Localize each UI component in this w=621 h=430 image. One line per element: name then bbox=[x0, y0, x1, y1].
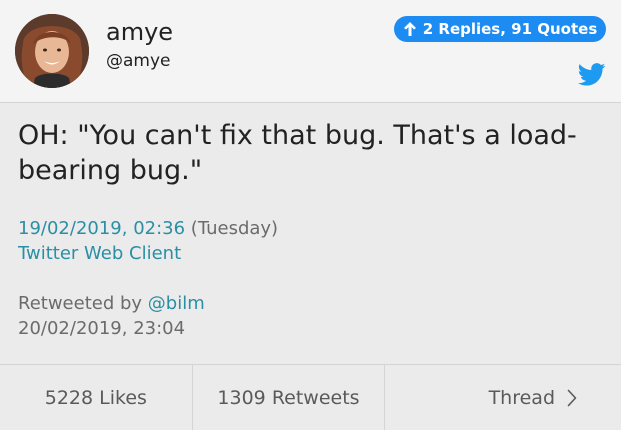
retweet-date-row: 20/02/2019, 23:04 bbox=[18, 317, 185, 341]
avatar[interactable] bbox=[15, 14, 89, 88]
retweets-button[interactable]: 1309 Retweets bbox=[193, 365, 386, 430]
retweet-date: 20/02/2019, 23:04 bbox=[18, 318, 186, 339]
tweet-header: amye @amye 2 Replies, 91 Quotes bbox=[0, 0, 621, 103]
tweet-text: OH: "You can't fix that bug. That's a lo… bbox=[18, 118, 608, 188]
replies-label: 2 Replies, 91 Quotes bbox=[422, 20, 598, 38]
retweets-label: 1309 Retweets bbox=[217, 386, 360, 409]
tweet-line-2: bearing bug." bbox=[18, 155, 203, 186]
twitter-bird-icon bbox=[578, 63, 606, 86]
retweet-prefix: Retweeted by bbox=[18, 293, 143, 314]
timestamp-weekday: (Tuesday) bbox=[190, 218, 279, 239]
thread-button[interactable]: Thread bbox=[385, 365, 621, 430]
thread-label: Thread bbox=[488, 386, 556, 409]
tweet-footer: 5228 Likes 1309 Retweets Thread bbox=[0, 364, 621, 430]
replies-button[interactable]: 2 Replies, 91 Quotes bbox=[394, 16, 606, 42]
chevron-right-icon bbox=[567, 389, 577, 406]
retweeter-link[interactable]: @bilm bbox=[148, 293, 205, 314]
tweet-timestamp: 19/02/2019, 02:36 (Tuesday) bbox=[18, 217, 278, 241]
arrow-up-icon bbox=[403, 22, 416, 36]
user-name[interactable]: amye bbox=[106, 18, 173, 46]
user-handle[interactable]: @amye bbox=[106, 51, 171, 71]
tweet-line-1: OH: "You can't fix that bug. That's a lo… bbox=[18, 120, 577, 151]
retweet-info: Retweeted by @bilm bbox=[18, 292, 205, 316]
client-link[interactable]: Twitter Web Client bbox=[18, 243, 181, 264]
likes-button[interactable]: 5228 Likes bbox=[0, 365, 193, 430]
tweet-client: Twitter Web Client bbox=[18, 242, 181, 266]
likes-label: 5228 Likes bbox=[44, 386, 147, 409]
timestamp-link[interactable]: 19/02/2019, 02:36 bbox=[18, 218, 185, 239]
